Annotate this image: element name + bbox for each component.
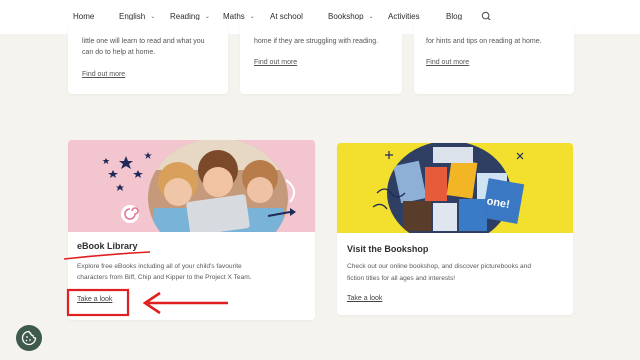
card-text: for hints and tips on reading at home. bbox=[426, 38, 542, 45]
card-text: home if they are struggling with reading… bbox=[254, 38, 379, 45]
children-reading-tablet-image bbox=[68, 140, 315, 232]
chevron-down-icon: ⌄ bbox=[368, 14, 374, 20]
ebook-library-card: eBook Library Explore free eBooks includ… bbox=[68, 140, 315, 320]
ebook-card-title: eBook Library bbox=[77, 241, 138, 251]
find-out-more-link[interactable]: Find out more bbox=[254, 59, 297, 66]
bookshop-card-description: Check out our online bookshop, and disco… bbox=[347, 263, 532, 270]
cookie-settings-button[interactable] bbox=[16, 325, 42, 351]
books-collage-image: one! bbox=[337, 143, 573, 233]
ebook-card-description: characters from Biff, Chip and Kipper to… bbox=[77, 274, 252, 281]
chevron-down-icon: ⌄ bbox=[249, 14, 255, 20]
find-out-more-link[interactable]: Find out more bbox=[426, 59, 469, 66]
bookshop-take-a-look-link[interactable]: Take a look bbox=[347, 295, 382, 302]
info-card-hints-tips: for hints and tips on reading at home. F… bbox=[414, 20, 574, 94]
find-out-more-link[interactable]: Find out more bbox=[82, 71, 125, 78]
bookshop-card: one! Visit the Bookshop Check out our on… bbox=[337, 143, 573, 315]
bookshop-card-description: fiction titles for all ages and interest… bbox=[347, 275, 456, 282]
chevron-down-icon: ⌄ bbox=[150, 14, 156, 20]
card-text: little one will learn to read and what y… bbox=[82, 38, 205, 45]
card-text: can do to help at home. bbox=[82, 49, 156, 56]
cookie-icon bbox=[21, 330, 37, 346]
info-card-learn-to-read: little one will learn to read and what y… bbox=[68, 20, 228, 94]
bookshop-card-title: Visit the Bookshop bbox=[347, 244, 429, 254]
info-card-struggling: home if they are struggling with reading… bbox=[240, 20, 402, 94]
chevron-down-icon: ⌄ bbox=[204, 14, 210, 20]
ebook-card-description: Explore free eBooks including all of you… bbox=[77, 263, 242, 270]
ebook-take-a-look-link[interactable]: Take a look bbox=[77, 296, 112, 303]
